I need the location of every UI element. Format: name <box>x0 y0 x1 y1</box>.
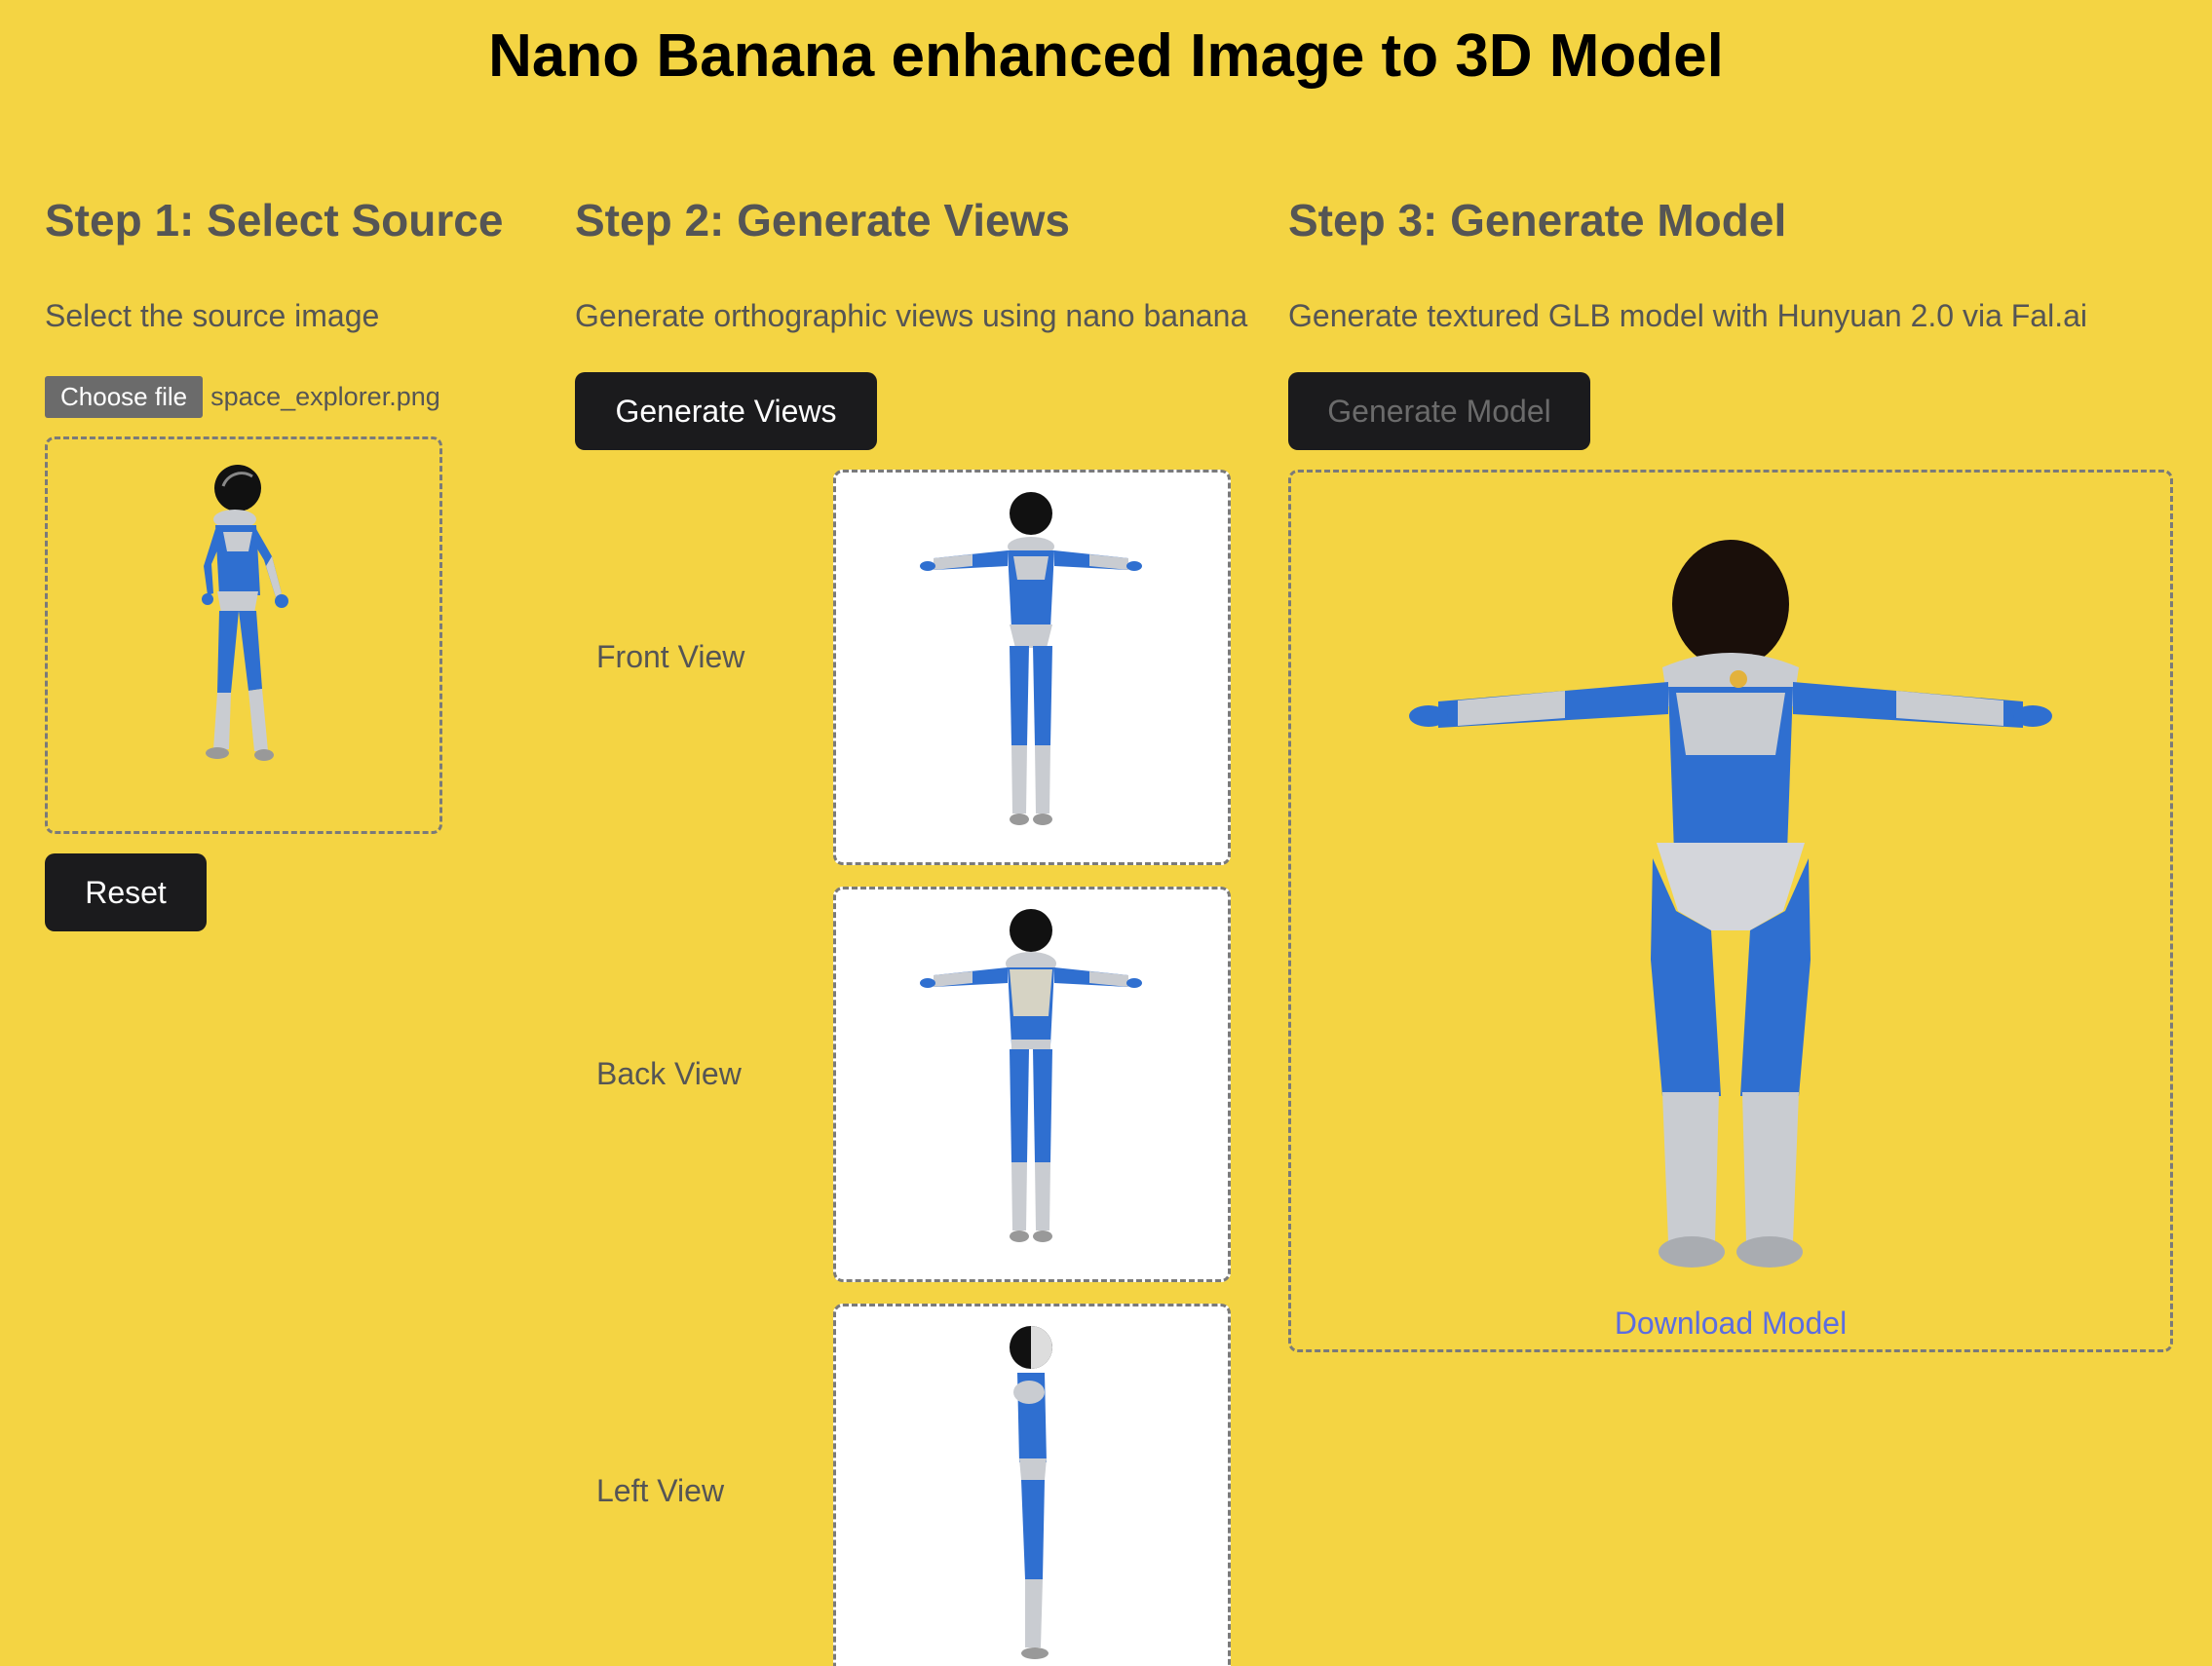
source-image-preview <box>45 436 442 834</box>
3d-model-render <box>1409 540 2052 1268</box>
step1-heading: Step 1: Select Source <box>45 195 504 246</box>
step2-description: Generate orthographic views using nano b… <box>575 298 1248 333</box>
step2-heading: Step 2: Generate Views <box>575 195 1070 246</box>
selected-file-name: space_explorer.png <box>210 382 440 411</box>
left-view-label: Left View <box>596 1473 725 1508</box>
step1-column: Step 1: Select Source Select the source … <box>45 191 552 931</box>
choose-file-button[interactable]: Choose file <box>45 376 204 418</box>
step2-column: Step 2: Generate Views Generate orthogra… <box>575 191 1257 1666</box>
front-view-label: Front View <box>596 639 745 674</box>
step1-description: Select the source image <box>45 298 380 333</box>
front-view-image <box>833 470 1231 865</box>
model-viewer[interactable]: Download Model <box>1288 470 2173 1352</box>
source-astronaut-image <box>202 465 288 761</box>
step3-column: Step 3: Generate Model Generate textured… <box>1288 191 2175 1352</box>
step3-heading: Step 3: Generate Model <box>1288 195 1787 246</box>
back-view-label: Back View <box>596 1056 742 1091</box>
reset-button[interactable]: Reset <box>45 853 207 931</box>
generate-views-button[interactable]: Generate Views <box>575 372 877 450</box>
generate-model-button[interactable]: Generate Model <box>1288 372 1590 450</box>
left-view-image <box>833 1304 1231 1666</box>
back-view-image <box>833 887 1231 1282</box>
download-model-link[interactable]: Download Model <box>1291 1306 2170 1342</box>
page-title: Nano Banana enhanced Image to 3D Model <box>488 22 1724 90</box>
file-input[interactable]: Choose file space_explorer.png <box>45 376 440 418</box>
step3-description: Generate textured GLB model with Hunyuan… <box>1288 298 2087 333</box>
